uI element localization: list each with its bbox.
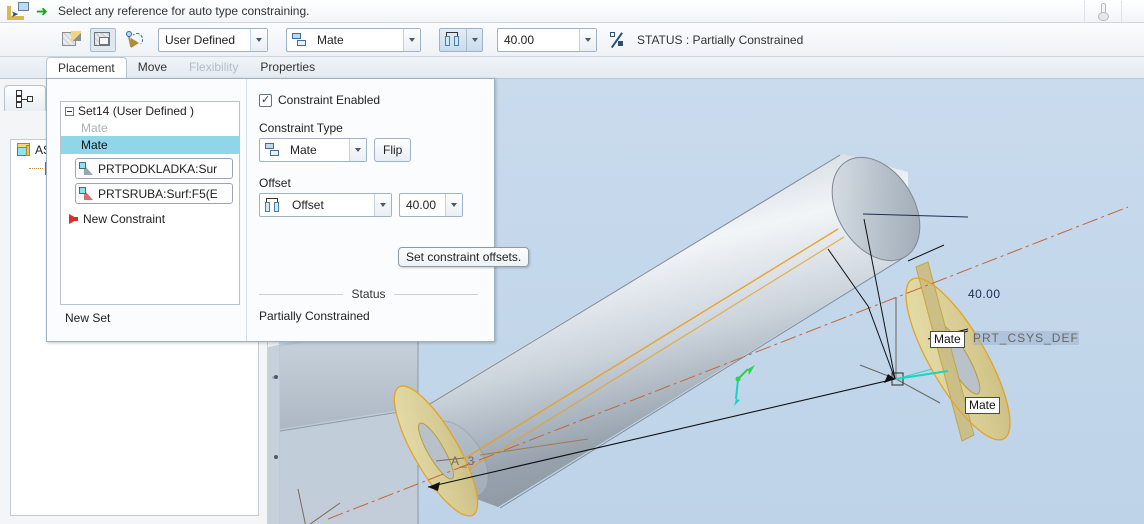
reference-item-1[interactable]: PRTPODKLADKA:Sur	[75, 158, 233, 179]
mate-annotation-1[interactable]: Mate	[930, 331, 965, 348]
dialog-right-pane: Constraint Enabled Constraint Type Mate …	[247, 79, 494, 341]
set-sub-label: Mate	[81, 121, 108, 135]
offset-value-toolbar: 40.00	[504, 32, 535, 47]
offset-label: Offset	[259, 176, 291, 190]
reference-label-1: PRTPODKLADKA:Sur	[98, 161, 218, 176]
constraint-type-label: Constraint Type	[259, 121, 343, 135]
status-text: STATUS : Partially Constrained	[637, 32, 804, 47]
offset-type-combo[interactable]: Offset	[259, 193, 392, 217]
divider-right	[393, 293, 478, 295]
divider-left	[259, 293, 344, 295]
constraint-enabled-label: Constraint Enabled	[278, 93, 381, 107]
assembly-icon	[17, 143, 31, 157]
offset-value-combo-toolbar[interactable]: 40.00	[497, 27, 597, 52]
tab-properties[interactable]: Properties	[249, 56, 326, 78]
axis-label-a3[interactable]: A_3	[451, 454, 475, 468]
constraint-type-combo[interactable]: Mate	[259, 138, 367, 162]
chevron-down-icon[interactable]	[349, 139, 366, 161]
mate-icon	[292, 32, 307, 47]
message-text: Select any reference for auto type const…	[58, 4, 310, 18]
flip-button[interactable]: Flip	[374, 138, 412, 162]
constraint-type-value: Mate	[290, 143, 317, 157]
placement-corner-icon: ➤	[0, 0, 36, 23]
chevron-down-icon[interactable]	[403, 28, 420, 51]
new-constraint-button[interactable]: New Constraint	[61, 204, 239, 226]
collapse-icon[interactable]	[65, 106, 74, 116]
drag-rotate-icon	[126, 31, 144, 48]
constraint-set-list[interactable]: Set14 (User Defined ) Mate Mate PRTPODKL…	[60, 101, 240, 305]
new-set-button[interactable]: New Set	[65, 311, 110, 325]
constraint-status-icon	[609, 31, 625, 48]
chevron-down-icon[interactable]	[579, 28, 596, 51]
model-tree-tab[interactable]	[4, 85, 46, 111]
edit-page-icon	[62, 30, 81, 48]
constraint-enabled-row[interactable]: Constraint Enabled	[259, 93, 478, 107]
drag-component-button[interactable]	[122, 28, 148, 52]
thermometer-icon[interactable]	[1084, 1, 1122, 22]
status-separator: Status	[259, 287, 478, 301]
set-root-label: Set14 (User Defined )	[78, 104, 195, 118]
constraint-set-combo[interactable]: User Defined	[158, 27, 268, 52]
constraint-enabled-checkbox[interactable]	[259, 93, 272, 107]
set-root-row[interactable]: Set14 (User Defined )	[61, 102, 239, 120]
status-value: Partially Constrained	[259, 309, 370, 323]
message-bar: ➤ ➜ Select any reference for auto type c…	[0, 0, 1144, 23]
constraint-type-value-toolbar: Mate	[317, 32, 344, 47]
offset-type-button[interactable]	[439, 27, 483, 52]
mate-icon	[265, 143, 280, 157]
constraint-item-mate[interactable]: Mate	[61, 136, 239, 154]
chevron-down-icon[interactable]	[466, 28, 482, 51]
surface-reference-icon	[79, 186, 95, 201]
chevron-down-icon[interactable]	[374, 194, 391, 216]
offset-type-value: Offset	[292, 198, 324, 212]
reference-item-2[interactable]: PRTSRUBA:Surf:F5(E	[75, 183, 233, 204]
creo-assembly-window: ➤ ➜ Select any reference for auto type c…	[0, 0, 1144, 524]
mate-annotation-2[interactable]: Mate	[965, 397, 1000, 414]
tab-placement[interactable]: Placement	[46, 57, 127, 79]
chevron-down-icon[interactable]	[445, 194, 462, 216]
offset-value: 40.00	[406, 198, 437, 212]
surface-reference-icon	[79, 161, 95, 176]
new-constraint-label: New Constraint	[83, 212, 166, 226]
chevron-down-icon[interactable]	[250, 28, 267, 51]
offset-row: Offset 40.00	[259, 193, 478, 217]
window-panel-icon	[94, 31, 112, 48]
red-arrow-icon	[69, 214, 78, 224]
dimension-label-40[interactable]: 40.00	[968, 287, 1001, 301]
reference-label-2: PRTSRUBA:Surf:F5(E	[98, 186, 218, 201]
dialog-left-pane: Set14 (User Defined ) Mate Mate PRTPODKL…	[47, 79, 247, 341]
constraint-type-row: Mate Flip	[259, 138, 478, 162]
tree-connector	[29, 168, 43, 169]
offset-icon	[264, 197, 282, 213]
placement-dialog: Set14 (User Defined ) Mate Mate PRTPODKL…	[46, 78, 495, 342]
dashboard-toolbar: User Defined Mate 40.00 STATUS : Partial…	[0, 23, 1144, 57]
offset-value-combo[interactable]: 40.00	[399, 193, 463, 217]
dashboard-tabs: Placement Move Flexibility Properties	[0, 57, 1144, 79]
separate-window-button[interactable]	[90, 27, 116, 52]
model-tree-icon	[15, 89, 35, 108]
csys-label-1[interactable]: PRT_CSYS_DEF	[973, 331, 1079, 345]
tab-move[interactable]: Move	[127, 56, 178, 78]
edit-references-button[interactable]	[58, 28, 84, 52]
tab-flexibility: Flexibility	[189, 60, 239, 74]
offset-icon	[440, 29, 466, 51]
green-arrow-icon: ➜	[36, 3, 48, 19]
status-section-label: Status	[351, 287, 386, 301]
constraint-set-value: User Defined	[165, 32, 236, 47]
tooltip: Set constraint offsets.	[398, 247, 530, 267]
constraint-type-combo-toolbar[interactable]: Mate	[286, 27, 421, 52]
